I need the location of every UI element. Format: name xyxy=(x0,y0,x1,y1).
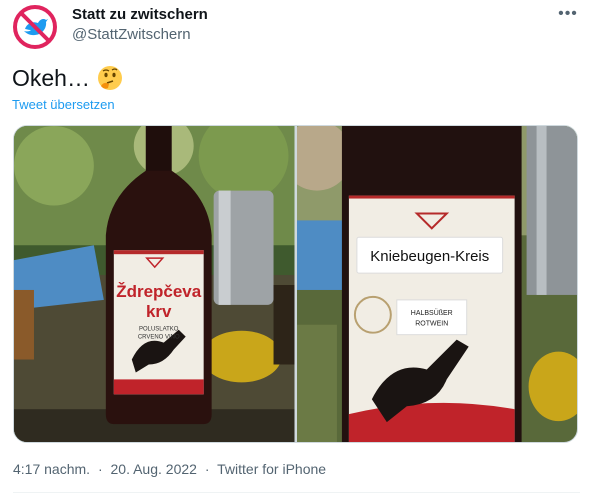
thinking-face-emoji-icon xyxy=(96,64,124,92)
tweet-source[interactable]: Twitter for iPhone xyxy=(217,461,326,477)
author-handle[interactable]: @StattZwitschern xyxy=(72,26,191,43)
author-name[interactable]: Statt zu zwitschern xyxy=(72,6,208,23)
avatar[interactable] xyxy=(13,5,57,49)
meta-separator: · xyxy=(97,461,103,477)
tweet-text: Okeh… xyxy=(12,64,90,91)
tweet-time[interactable]: 4:17 nachm. xyxy=(13,461,90,477)
tweet-card: Statt zu zwitschern @StattZwitschern •••… xyxy=(0,0,593,497)
label-small-line1: POLUSLATKO xyxy=(139,327,179,333)
divider xyxy=(13,492,580,493)
tweet-date[interactable]: 20. Aug. 2022 xyxy=(111,461,197,477)
translate-tweet-link[interactable]: Tweet übersetzen xyxy=(12,97,115,112)
photo-right[interactable]: Kniebeugen-Kreis HALBSÜßER ROTWEIN xyxy=(296,126,577,442)
label-small-line2: CRVENO VINO xyxy=(138,335,180,341)
label-title-line2: krv xyxy=(146,302,172,321)
photo-left[interactable]: Ždrepčeva krv POLUSLATKO CRVENO VINO xyxy=(14,126,295,442)
ellipsis-icon[interactable]: ••• xyxy=(556,4,580,24)
sticker-small-line2: ROTWEIN xyxy=(415,321,448,328)
label-title-line1: Ždrepčeva xyxy=(116,282,201,301)
sticker-small-line1: HALBSÜßER xyxy=(410,309,452,317)
sticker-text: Kniebeugen-Kreis xyxy=(370,248,489,265)
no-bird-logo-icon xyxy=(13,5,57,49)
tweet-meta: 4:17 nachm. · 20. Aug. 2022 · Twitter fo… xyxy=(13,461,330,477)
media-grid: Ždrepčeva krv POLUSLATKO CRVENO VINO Kni… xyxy=(13,125,578,443)
meta-separator: · xyxy=(204,461,210,477)
tweet-body: Okeh… xyxy=(12,64,124,92)
